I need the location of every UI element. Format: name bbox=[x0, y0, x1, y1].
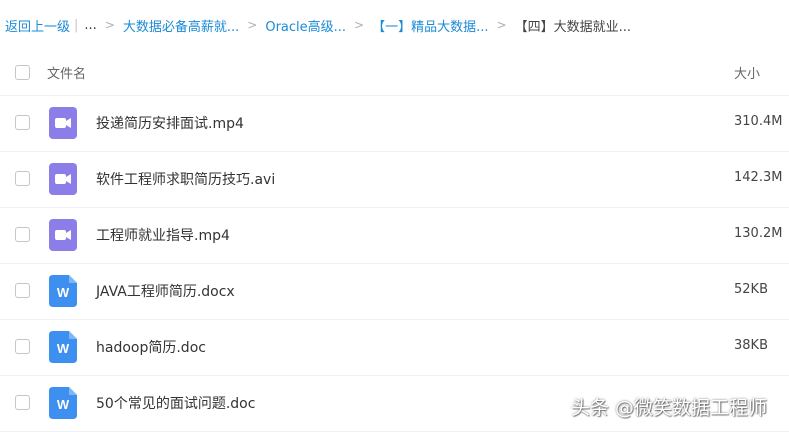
video-icon bbox=[49, 219, 77, 251]
file-name[interactable]: hadoop简历.doc bbox=[96, 337, 206, 357]
file-name[interactable]: 工程师就业指导.mp4 bbox=[96, 225, 230, 245]
word-doc-icon: W bbox=[49, 275, 77, 307]
row-checkbox[interactable] bbox=[15, 171, 30, 186]
file-size: 310.4M bbox=[734, 114, 783, 129]
video-icon bbox=[49, 163, 77, 195]
file-name[interactable]: 投递简历安排面试.mp4 bbox=[96, 113, 244, 133]
svg-text:W: W bbox=[57, 397, 70, 412]
file-row[interactable]: 工程师就业指导.mp4 130.2M bbox=[0, 207, 789, 264]
file-size: 130.2M bbox=[734, 226, 783, 241]
row-checkbox[interactable] bbox=[15, 395, 30, 410]
breadcrumb: 返回上一级 | ... > 大数据必备高薪就... > Oracle高级... … bbox=[0, 0, 789, 50]
file-size: 52KB bbox=[734, 282, 768, 297]
chevron-right-icon: > bbox=[496, 18, 507, 32]
row-checkbox[interactable] bbox=[15, 283, 30, 298]
video-icon bbox=[49, 107, 77, 139]
file-row[interactable]: Whadoop简历.doc 38KB bbox=[0, 319, 789, 376]
chevron-right-icon: > bbox=[104, 18, 115, 32]
file-name[interactable]: JAVA工程师简历.docx bbox=[96, 281, 235, 301]
breadcrumb-item-premium[interactable]: 【一】精品大数据... bbox=[372, 16, 488, 35]
file-row[interactable]: 软件工程师求职简历技巧.avi 142.3M bbox=[0, 151, 789, 208]
back-link[interactable]: 返回上一级 bbox=[5, 16, 70, 35]
file-size: 38KB bbox=[734, 338, 768, 353]
column-header-size[interactable]: 大小 bbox=[734, 63, 760, 82]
file-name[interactable]: 软件工程师求职简历技巧.avi bbox=[96, 169, 275, 189]
breadcrumb-item-oracle[interactable]: Oracle高级... bbox=[265, 16, 346, 35]
svg-text:W: W bbox=[57, 341, 70, 356]
file-row[interactable]: W JAVA工程师简历.docx 52KB bbox=[0, 263, 789, 320]
word-doc-icon: W bbox=[49, 331, 77, 363]
breadcrumb-divider: | bbox=[74, 17, 79, 33]
watermark: 头条 @微笑数据工程师 bbox=[571, 397, 768, 419]
row-checkbox[interactable] bbox=[15, 115, 30, 130]
file-name[interactable]: 50个常见的面试问题.doc bbox=[96, 393, 255, 413]
word-doc-icon: W bbox=[49, 387, 77, 419]
file-list-header: 文件名 大小 bbox=[0, 50, 789, 96]
row-checkbox[interactable] bbox=[15, 339, 30, 354]
chevron-right-icon: > bbox=[247, 18, 258, 32]
select-all-checkbox[interactable] bbox=[15, 65, 30, 80]
svg-text:W: W bbox=[57, 285, 70, 300]
chevron-right-icon: > bbox=[354, 18, 365, 32]
breadcrumb-item-bigdata[interactable]: 大数据必备高薪就... bbox=[123, 16, 239, 35]
breadcrumb-current: 【四】大数据就业... bbox=[514, 19, 631, 35]
file-row[interactable]: 投递简历安排面试.mp4 310.4M bbox=[0, 95, 789, 152]
row-checkbox[interactable] bbox=[15, 227, 30, 242]
breadcrumb-ellipsis[interactable]: ... bbox=[84, 18, 96, 33]
file-size: 142.3M bbox=[734, 170, 783, 185]
column-header-name[interactable]: 文件名 bbox=[47, 63, 86, 82]
